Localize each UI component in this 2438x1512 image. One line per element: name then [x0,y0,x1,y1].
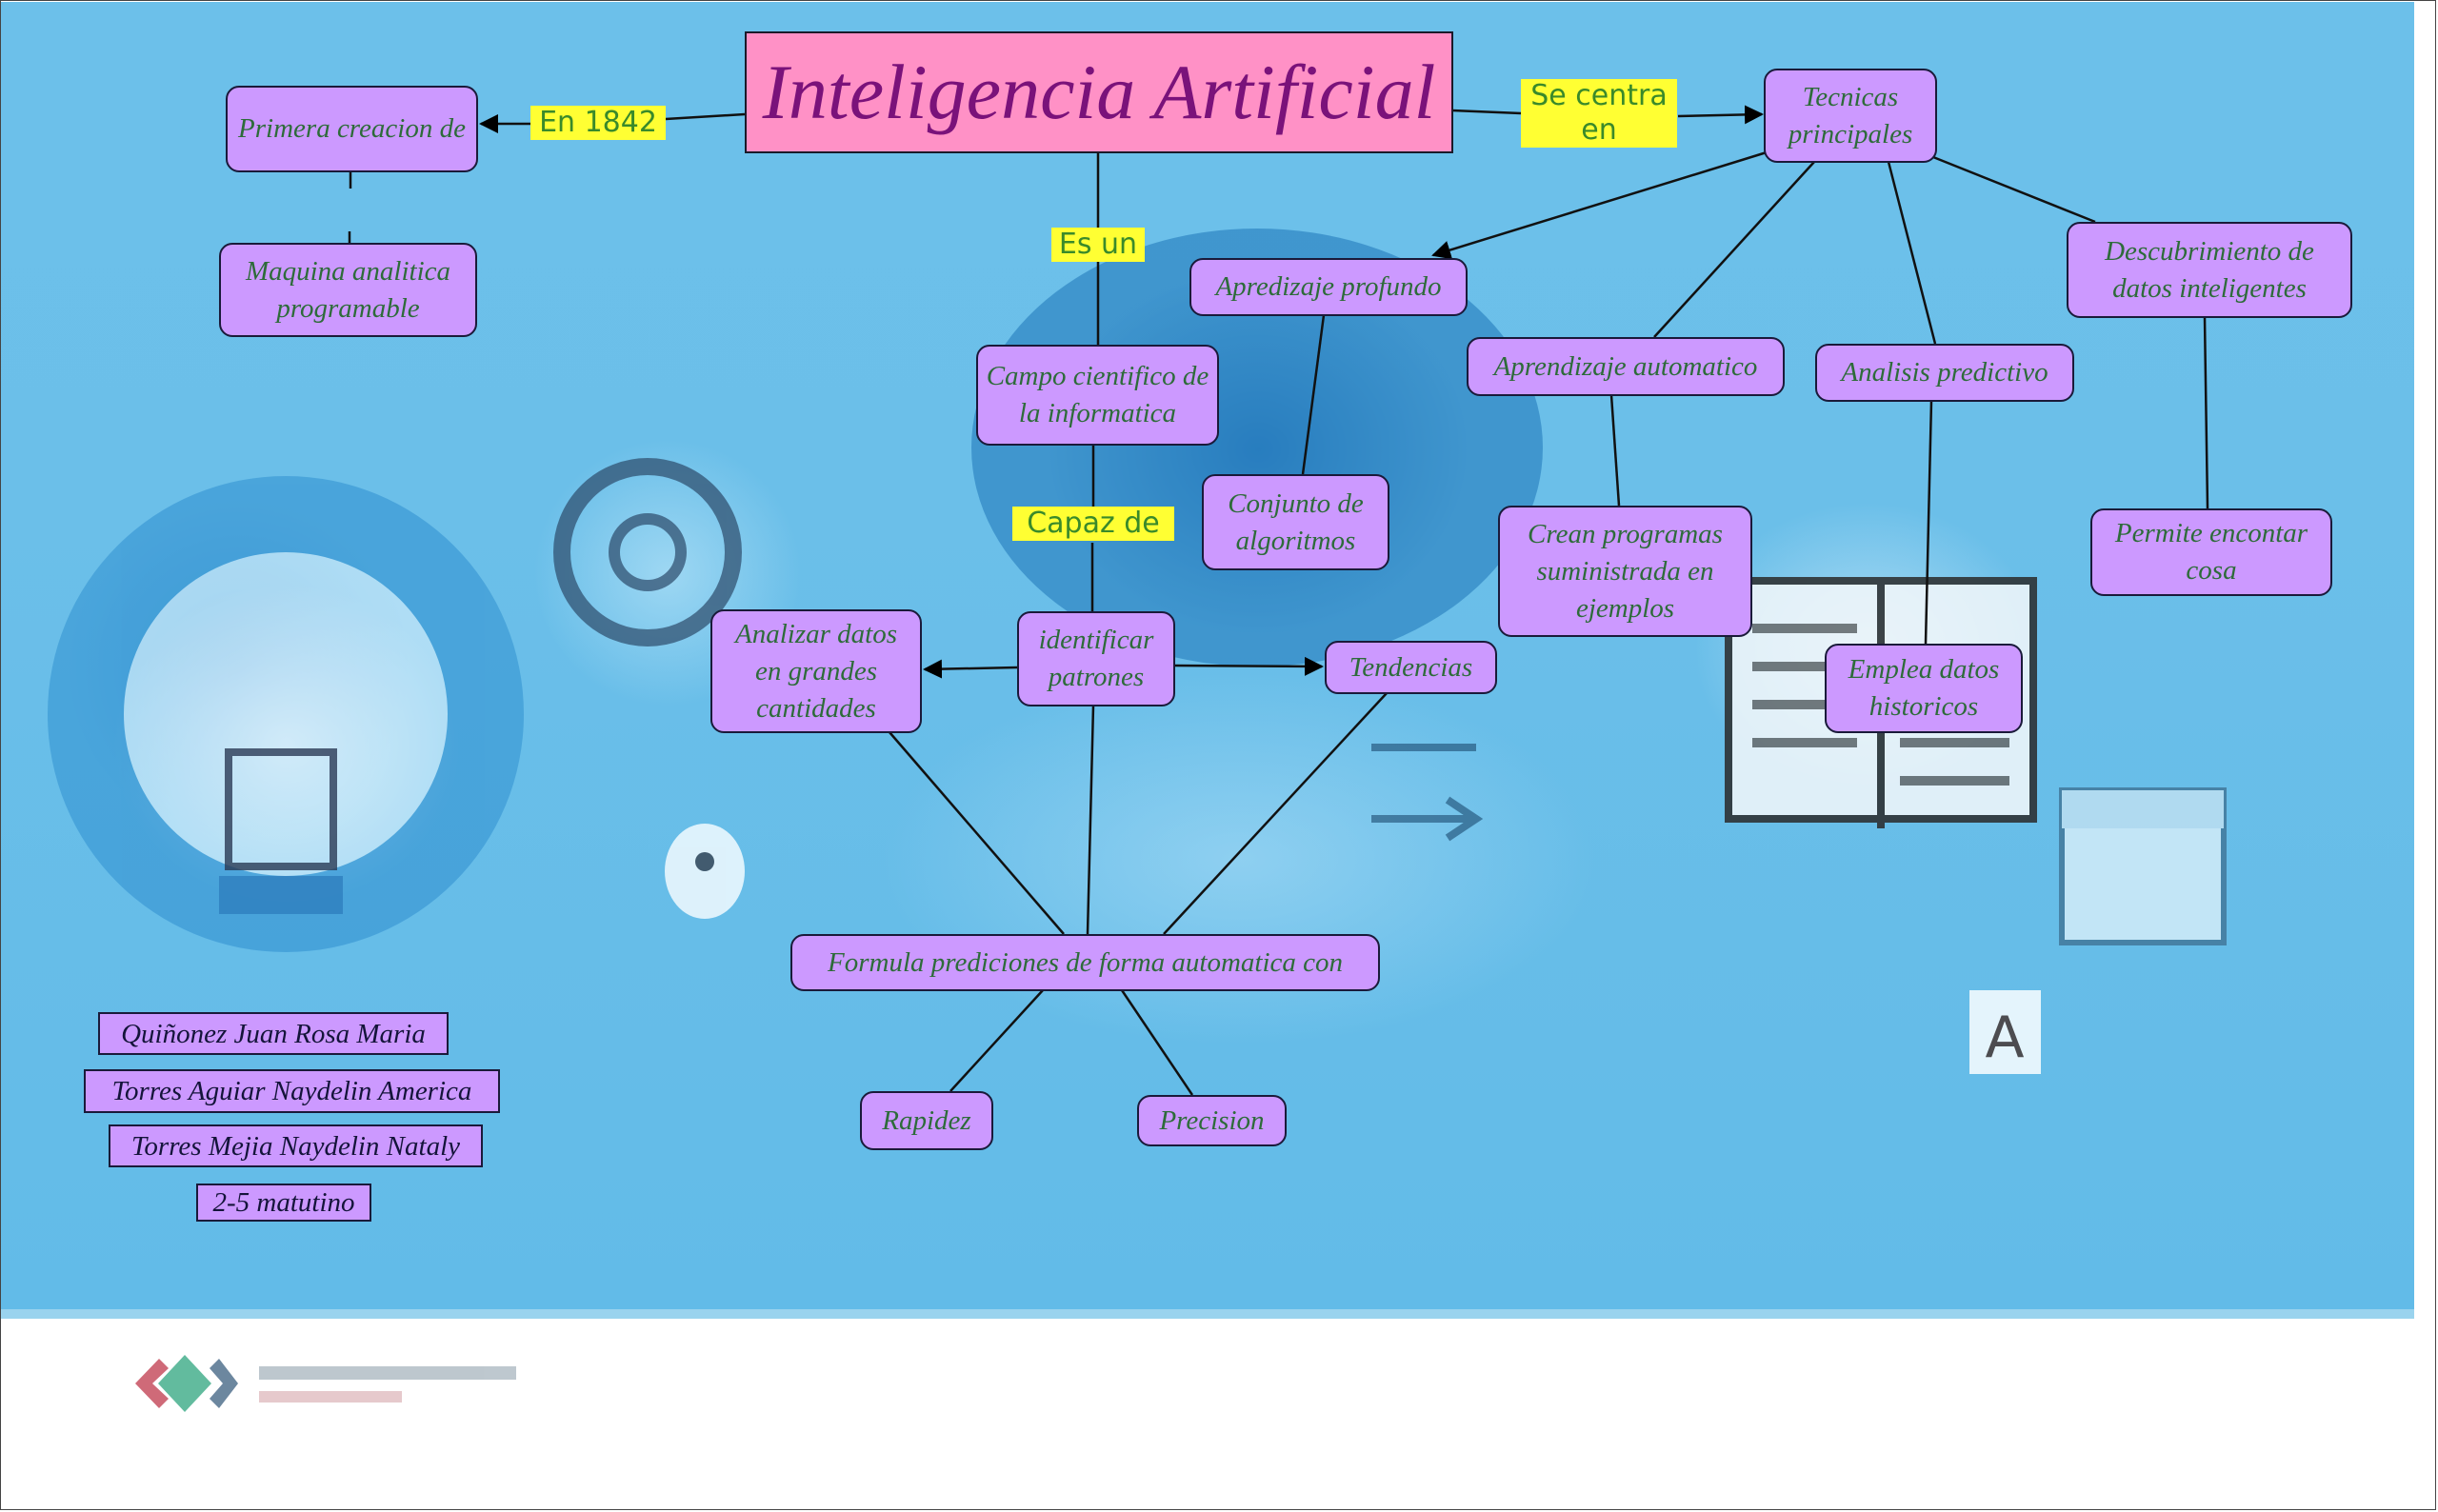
page-border [0,0,2436,1510]
